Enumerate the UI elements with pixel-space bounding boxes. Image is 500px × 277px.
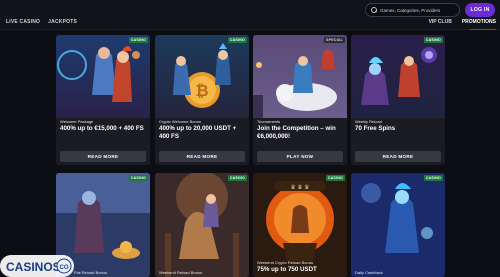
- main-nav: LIVE CASINO JACKPOTS: [6, 19, 77, 25]
- promo-card[interactable]: CASINO Weekend Reload Bonus: [155, 173, 249, 277]
- promo-art: [253, 35, 347, 118]
- svg-text:CASINOS: CASINOS: [6, 260, 61, 274]
- promo-category: Welcome Package: [60, 119, 94, 124]
- promo-title: Join the Competition – win €6,000,000!: [257, 125, 336, 140]
- promo-card[interactable]: ₿ CASINO Crypto Welcome Bonus 400% up to…: [155, 35, 249, 165]
- category-badge: CASINO: [423, 175, 443, 181]
- category-badge: CASINO: [227, 175, 247, 181]
- promo-category: Tournaments: [257, 119, 281, 124]
- svg-text:₿: ₿: [195, 82, 208, 100]
- category-badge: CASINO: [325, 175, 345, 181]
- search-input[interactable]: [379, 7, 459, 13]
- promo-category: Daily Cashback: [355, 270, 383, 275]
- promo-art: [56, 35, 150, 118]
- category-badge: CASINO: [423, 37, 443, 43]
- casinos-logo: CASINOS CO: [0, 253, 74, 277]
- promo-card[interactable]: SPECIAL Tournaments Join the Competition…: [253, 35, 347, 165]
- promo-category: Weekend Reload Bonus: [159, 270, 203, 275]
- nav-vip-club[interactable]: VIP CLUB: [429, 19, 452, 25]
- promo-title: 400% up to €15,000 + 400 FS: [60, 125, 144, 132]
- promo-art: [351, 173, 445, 277]
- category-badge: CASINO: [128, 175, 148, 181]
- promo-card[interactable]: CASINO Daily Cashback: [351, 173, 445, 277]
- promo-card[interactable]: CASINO Weekly Reload 70 Free Spins READ …: [351, 35, 445, 165]
- category-badge: SPECIAL: [324, 37, 345, 43]
- promo-art: ₿: [155, 35, 249, 118]
- promo-card[interactable]: CASINO Welcome Package 400% up to €15,00…: [56, 35, 150, 165]
- play-now-button[interactable]: PLAY NOW: [257, 151, 343, 162]
- nav-promotions[interactable]: PROMOTIONS: [462, 19, 496, 25]
- read-more-button[interactable]: READ MORE: [159, 151, 245, 162]
- promo-card[interactable]: ♛ ♛ ♛ CASINO Weekend Crypto Reload Bonus…: [253, 173, 347, 277]
- promo-art: [351, 35, 445, 118]
- category-badge: CASINO: [227, 37, 247, 43]
- promo-category: Fiat Reload Bonus: [74, 270, 107, 275]
- nav-jackpots[interactable]: JACKPOTS: [48, 19, 77, 25]
- search-icon: [371, 7, 377, 13]
- top-bar: LIVE CASINO JACKPOTS LOG IN VIP CLUB PRO…: [0, 0, 500, 30]
- nav-live-casino[interactable]: LIVE CASINO: [6, 19, 40, 25]
- read-more-button[interactable]: READ MORE: [60, 151, 146, 162]
- category-badge: CASINO: [128, 37, 148, 43]
- secondary-nav: VIP CLUB PROMOTIONS: [429, 19, 496, 30]
- login-button[interactable]: LOG IN: [465, 3, 495, 17]
- promo-title: 400% up to 20,000 USDT + 400 FS: [159, 125, 237, 140]
- promo-category: Crypto Welcome Bonus: [159, 119, 201, 124]
- promo-title: 70 Free Spins: [355, 125, 396, 132]
- promo-art: [155, 173, 249, 277]
- svg-text:♛ ♛ ♛: ♛ ♛ ♛: [290, 184, 309, 191]
- search-box[interactable]: [365, 3, 460, 17]
- promo-category: Weekly Reload: [355, 119, 382, 124]
- svg-text:CO: CO: [60, 265, 69, 271]
- active-tab-underline: [470, 29, 496, 30]
- promo-category: Weekend Crypto Reload Bonus: [257, 260, 313, 265]
- read-more-button[interactable]: READ MORE: [355, 151, 441, 162]
- promo-title: 75% up to 750 USDT: [257, 266, 317, 273]
